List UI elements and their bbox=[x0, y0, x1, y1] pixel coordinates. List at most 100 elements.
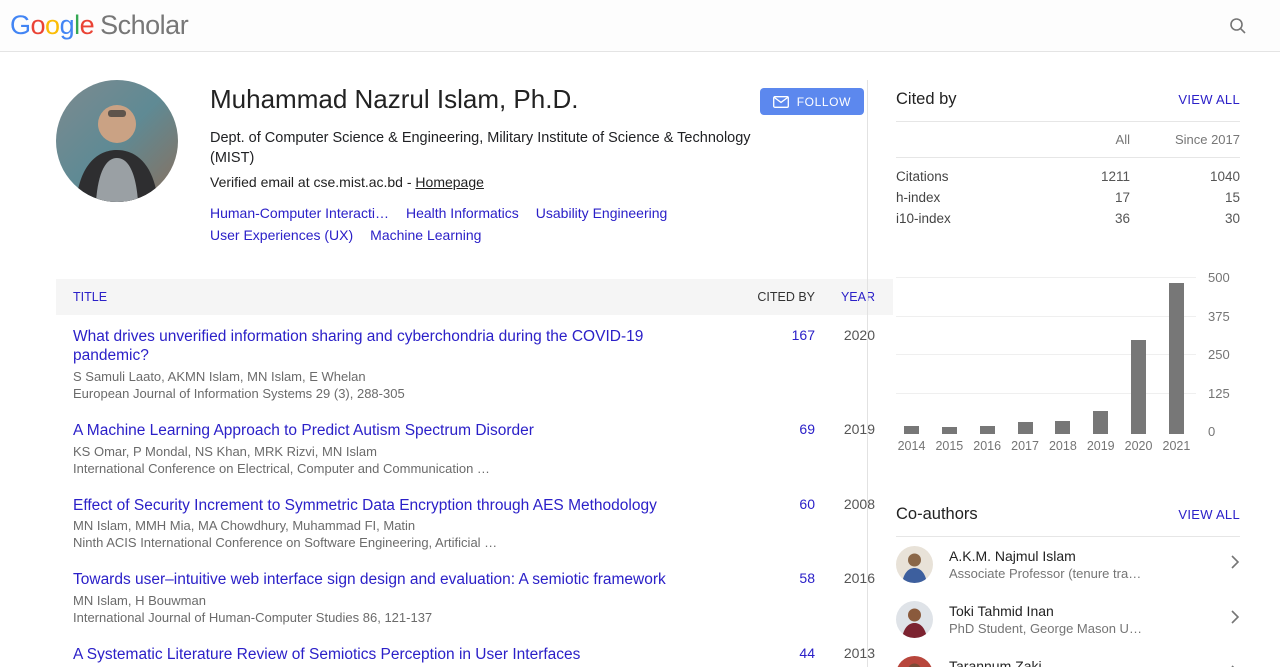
metric-label-link[interactable]: Citations bbox=[896, 169, 1050, 184]
google-logo-letter: G bbox=[10, 10, 31, 40]
verified-email-text: Verified email at cse.mist.ac.bd - bbox=[210, 174, 415, 190]
publication-row: A Machine Learning Approach to Predict A… bbox=[56, 409, 893, 484]
chart-x-tick-label: 2021 bbox=[1163, 439, 1191, 453]
metric-value-all: 36 bbox=[1050, 211, 1130, 226]
interest-tag-link[interactable]: Machine Learning bbox=[370, 225, 481, 247]
chart-x-tick-label: 2016 bbox=[973, 439, 1001, 453]
interest-tag-link[interactable]: Usability Engineering bbox=[536, 203, 668, 225]
publication-venue: European Journal of Information Systems … bbox=[73, 386, 675, 403]
profile-photo[interactable] bbox=[56, 80, 178, 202]
column-header-title[interactable]: TITLE bbox=[73, 290, 705, 304]
chart-bar[interactable] bbox=[942, 427, 957, 434]
coauthors-header: Co-authors VIEW ALL bbox=[896, 495, 1240, 537]
metric-value-since: 1040 bbox=[1130, 169, 1240, 184]
follow-button-label: FOLLOW bbox=[797, 95, 851, 109]
coauthors-view-all-link[interactable]: VIEW ALL bbox=[1178, 507, 1240, 522]
interest-tags: Human-Computer Interacti… Health Informat… bbox=[210, 203, 730, 246]
chevron-right-icon bbox=[1224, 554, 1240, 575]
coauthors-title: Co-authors bbox=[896, 505, 978, 524]
metrics-table: Citations 1211 1040 h-index 17 15 i10-in… bbox=[896, 158, 1240, 237]
coauthor-row[interactable]: A.K.M. Najmul Islam Associate Professor … bbox=[896, 537, 1240, 592]
scholar-profile-page: GoogleScholar bbox=[0, 0, 1280, 667]
chart-bar[interactable] bbox=[1055, 421, 1070, 434]
profile-affiliation: Dept. of Computer Science & Engineering,… bbox=[210, 129, 765, 168]
chart-y-tick-label: 125 bbox=[1208, 386, 1230, 401]
chart-bar[interactable] bbox=[1131, 340, 1146, 434]
coauthor-row[interactable]: Tarannum Zaki Lecturer, Department of CS… bbox=[896, 647, 1240, 667]
google-scholar-logo[interactable]: GoogleScholar bbox=[10, 10, 188, 41]
publication-cited-by-link[interactable]: 44 bbox=[705, 645, 815, 667]
metrics-col-all: All bbox=[1050, 132, 1130, 147]
publication-venue: International Journal of Human-Computer … bbox=[73, 610, 675, 627]
publications-table-header: TITLE CITED BY YEAR bbox=[56, 279, 893, 315]
coauthor-row[interactable]: Toki Tahmid Inan PhD Student, George Mas… bbox=[896, 592, 1240, 647]
publication-authors: S Samuli Laato, AKMN Islam, MN Islam, E … bbox=[73, 369, 675, 386]
coauthor-avatar bbox=[896, 656, 933, 667]
chevron-right-icon bbox=[1224, 609, 1240, 630]
coauthor-name: A.K.M. Najmul Islam bbox=[949, 548, 1224, 564]
google-logo-letter: o bbox=[31, 10, 46, 40]
chart-x-tick-label: 2018 bbox=[1049, 439, 1077, 453]
top-bar: GoogleScholar bbox=[0, 0, 1280, 52]
publication-authors: MN Islam, H Bouwman bbox=[73, 593, 675, 610]
profile-name: Muhammad Nazrul Islam, Ph.D. bbox=[210, 84, 765, 115]
envelope-icon bbox=[773, 96, 789, 108]
chart-x-tick-label: 2015 bbox=[935, 439, 963, 453]
chart-bar[interactable] bbox=[1018, 422, 1033, 434]
publication-cited-by-link[interactable]: 60 bbox=[705, 496, 815, 553]
publication-title-link[interactable]: Effect of Security Increment to Symmetri… bbox=[73, 496, 675, 516]
coauthor-name: Toki Tahmid Inan bbox=[949, 603, 1224, 619]
publication-cited-by-link[interactable]: 69 bbox=[705, 421, 815, 478]
chart-y-tick-label: 375 bbox=[1208, 309, 1230, 324]
publication-row: A Systematic Literature Review of Semiot… bbox=[56, 633, 893, 667]
chart-x-tick-label: 2020 bbox=[1125, 439, 1153, 453]
chart-bar[interactable] bbox=[1169, 283, 1184, 434]
metric-value-since: 30 bbox=[1130, 211, 1240, 226]
interest-tag-link[interactable]: User Experiences (UX) bbox=[210, 225, 353, 247]
publication-title-link[interactable]: A Machine Learning Approach to Predict A… bbox=[73, 421, 675, 441]
interest-tag-link[interactable]: Human-Computer Interacti… bbox=[210, 203, 389, 225]
publication-venue: International Conference on Electrical, … bbox=[73, 461, 675, 478]
sidebar: Cited by VIEW ALL All Since 2017 Citatio… bbox=[867, 80, 1280, 667]
publication-cited-by-link[interactable]: 58 bbox=[705, 570, 815, 627]
coauthor-name: Tarannum Zaki bbox=[949, 658, 1224, 667]
coauthor-description: Associate Professor (tenure trac… bbox=[949, 566, 1144, 581]
metric-value-all: 1211 bbox=[1050, 169, 1130, 184]
profile-header: Muhammad Nazrul Islam, Ph.D. Dept. of Co… bbox=[56, 80, 867, 247]
column-header-cited-by[interactable]: CITED BY bbox=[705, 290, 815, 304]
chart-bar[interactable] bbox=[1093, 411, 1108, 434]
google-logo-text: Google bbox=[10, 10, 94, 40]
metric-label-link[interactable]: h-index bbox=[896, 190, 1050, 205]
citations-chart: 20142015201620172018201920202021 5003752… bbox=[896, 277, 1240, 453]
publications-table: TITLE CITED BY YEAR What drives unverifi… bbox=[56, 279, 893, 667]
search-icon[interactable] bbox=[1220, 8, 1256, 44]
chart-bar[interactable] bbox=[980, 426, 995, 434]
metric-label-link[interactable]: i10-index bbox=[896, 211, 1050, 226]
google-logo-letter: g bbox=[60, 10, 75, 40]
chart-x-tick-label: 2017 bbox=[1011, 439, 1039, 453]
metric-value-all: 17 bbox=[1050, 190, 1130, 205]
publication-authors: KS Omar, P Mondal, NS Khan, MRK Rizvi, M… bbox=[73, 444, 675, 461]
coauthor-avatar bbox=[896, 601, 933, 638]
homepage-link[interactable]: Homepage bbox=[415, 174, 484, 190]
publication-cited-by-link[interactable]: 167 bbox=[705, 327, 815, 403]
publication-row: What drives unverified information shari… bbox=[56, 315, 893, 409]
publication-row: Towards user–intuitive web interface sig… bbox=[56, 558, 893, 633]
profile-verified-email: Verified email at cse.mist.ac.bd - Homep… bbox=[210, 174, 765, 190]
publication-row: Effect of Security Increment to Symmetri… bbox=[56, 484, 893, 559]
google-logo-letter: o bbox=[45, 10, 60, 40]
metric-row: h-index 17 15 bbox=[896, 187, 1240, 208]
cited-by-view-all-link[interactable]: VIEW ALL bbox=[1178, 92, 1240, 107]
chart-bar[interactable] bbox=[904, 426, 919, 434]
publication-title-link[interactable]: What drives unverified information shari… bbox=[73, 327, 675, 367]
follow-button[interactable]: FOLLOW bbox=[760, 88, 864, 115]
metrics-column-headers: All Since 2017 bbox=[896, 122, 1240, 158]
interest-tag-link[interactable]: Health Informatics bbox=[406, 203, 519, 225]
coauthor-description: PhD Student, George Mason Uni… bbox=[949, 621, 1144, 636]
publication-title-link[interactable]: A Systematic Literature Review of Semiot… bbox=[73, 645, 675, 665]
chart-x-tick-label: 2019 bbox=[1087, 439, 1115, 453]
coauthor-avatar bbox=[896, 546, 933, 583]
coauthors-section: Co-authors VIEW ALL A.K.M. Najmul Islam … bbox=[896, 495, 1240, 667]
publication-title-link[interactable]: Towards user–intuitive web interface sig… bbox=[73, 570, 675, 590]
chart-y-tick-label: 250 bbox=[1208, 347, 1230, 362]
